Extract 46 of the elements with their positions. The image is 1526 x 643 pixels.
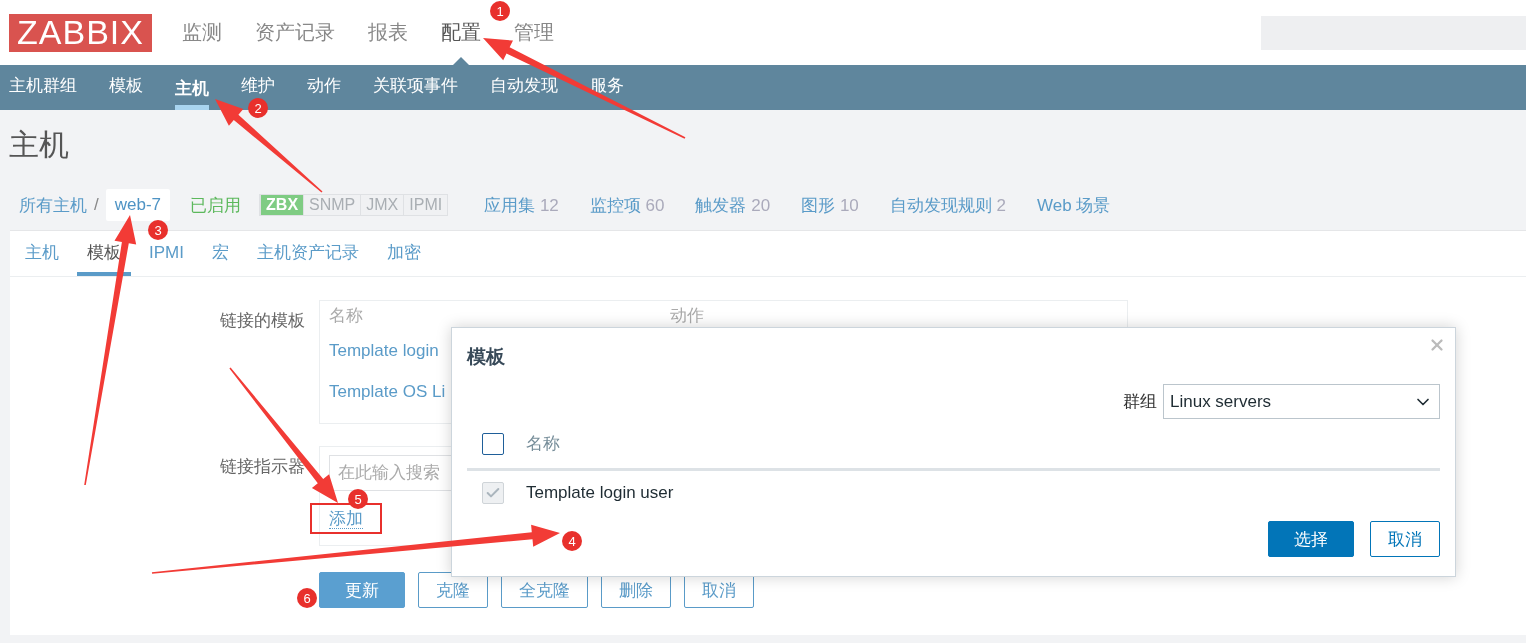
dialog-title: 模板 [467, 345, 505, 369]
form-button[interactable]: 克隆 [418, 572, 488, 608]
template-name: Template login user [526, 483, 674, 503]
host-link[interactable]: 图形 10 [801, 193, 859, 217]
dialog-button[interactable]: 取消 [1370, 521, 1440, 557]
host-link[interactable]: Web 场景 [1037, 193, 1111, 217]
menu-item[interactable]: 报表 [368, 19, 408, 46]
tab[interactable]: IPMI [139, 243, 194, 276]
subnav-item[interactable]: 模板 [109, 76, 143, 96]
breadcrumb-separator: / [94, 195, 99, 215]
menu-item[interactable]: 资产记录 [255, 19, 335, 46]
add-link[interactable]: 添加 [329, 509, 363, 529]
step-marker: 2 [248, 98, 268, 118]
zabbix-logo[interactable]: ZABBIX [9, 13, 152, 52]
breadcrumb-link[interactable]: 所有主机 [19, 193, 87, 217]
subnav-item[interactable]: 主机 [175, 79, 209, 110]
tab[interactable]: 主机 [15, 243, 69, 276]
host-link[interactable]: 监控项 60 [589, 193, 665, 217]
page-title: 主机 [9, 126, 69, 163]
group-select[interactable]: Linux servers [1163, 384, 1440, 419]
host-link[interactable]: 触发器 20 [695, 193, 771, 217]
select-all-checkbox[interactable] [482, 432, 504, 455]
status-link[interactable]: 已启用 [190, 193, 242, 217]
subnav-item[interactable]: 自动发现 [490, 76, 558, 96]
subnav-item[interactable]: 动作 [307, 76, 341, 96]
column-header: 动作 [670, 305, 705, 327]
close-icon[interactable] [1428, 336, 1446, 354]
dialog-button[interactable]: 选择 [1268, 521, 1354, 557]
field-label: 群组 [1123, 391, 1157, 413]
tab[interactable]: 宏 [201, 243, 239, 276]
subnav-item[interactable]: 关联项事件 [373, 76, 458, 96]
field-label: 链接的模板 [219, 310, 305, 332]
host-link[interactable]: 自动发现规则 2 [889, 193, 1006, 217]
subnav-item[interactable]: 主机群组 [9, 76, 77, 96]
tab[interactable]: 主机资产记录 [246, 243, 369, 276]
column-header: 名称 [329, 305, 364, 327]
form-button[interactable]: 更新 [319, 572, 405, 608]
menu-item[interactable]: 管理 [514, 19, 554, 46]
field-label: 链接指示器 [219, 456, 305, 478]
menu-item[interactable]: 监测 [182, 19, 222, 46]
availability-badge: ZBX [260, 195, 304, 215]
breadcrumb-current[interactable]: web-7 [105, 189, 171, 221]
tab[interactable]: 加密 [376, 243, 431, 276]
host-link[interactable]: 应用集 12 [484, 193, 559, 217]
subnav-item[interactable]: 维护 [241, 76, 275, 96]
column-header: 名称 [526, 433, 560, 455]
